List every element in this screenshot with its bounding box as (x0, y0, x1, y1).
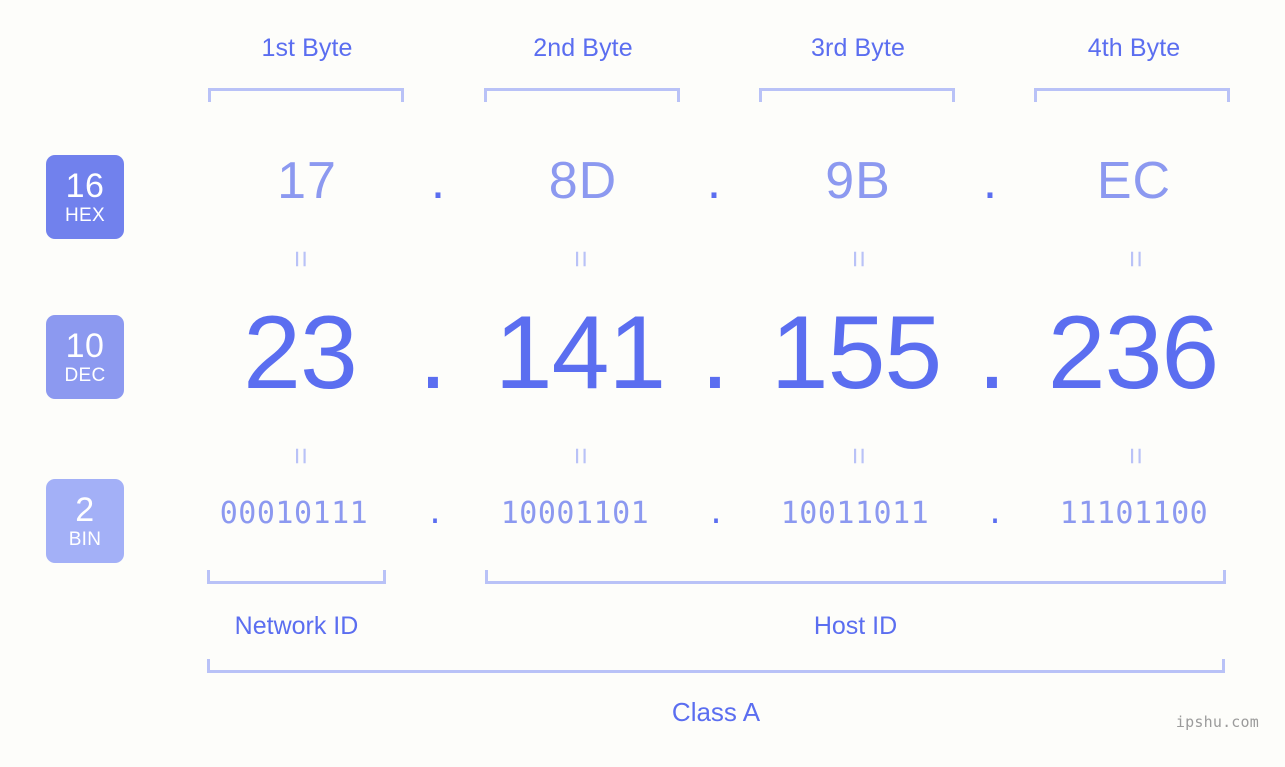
equals-mark-dec-bin-1: = (284, 447, 317, 463)
site-watermark: ipshu.com (1175, 713, 1259, 731)
byte-header-1: 1st Byte (261, 34, 353, 62)
base-badge-hex-number: 16 (65, 167, 105, 205)
byte-header-3: 3rd Byte (811, 34, 905, 62)
bin-separator-3: . (985, 496, 1005, 531)
host-id-bracket (485, 570, 1226, 584)
byte-header-4: 4th Byte (1087, 34, 1181, 62)
byte-bracket-2 (484, 88, 680, 102)
dec-byte-3: 155 (770, 295, 943, 411)
base-badge-dec-label: DEC (64, 365, 106, 386)
dec-byte-4: 236 (1047, 295, 1220, 411)
byte-header-2: 2nd Byte (533, 34, 633, 62)
hex-byte-1: 17 (277, 152, 337, 210)
base-badge-bin-label: BIN (68, 529, 102, 550)
bin-separator-1: . (425, 496, 445, 531)
class-label: Class A (671, 697, 761, 727)
bin-separator-2: . (706, 496, 726, 531)
base-badge-dec-number: 10 (65, 327, 105, 365)
bin-byte-2: 10001101 (500, 496, 650, 531)
bin-byte-1: 00010111 (219, 496, 369, 531)
hex-separator-1: . (430, 152, 446, 210)
bin-byte-4: 11101100 (1059, 496, 1209, 531)
dec-byte-1: 23 (243, 295, 358, 411)
equals-mark-dec-bin-3: = (842, 447, 875, 463)
base-badge-hex: 16 HEX (46, 155, 124, 239)
base-badge-dec: 10 DEC (46, 315, 124, 399)
equals-mark-hex-dec-3: = (842, 250, 875, 266)
hex-separator-2: . (706, 152, 722, 210)
hex-byte-3: 9B (825, 152, 891, 210)
byte-bracket-3 (759, 88, 955, 102)
dec-separator-1: . (418, 295, 448, 411)
dec-separator-2: . (700, 295, 730, 411)
hex-byte-4: EC (1096, 152, 1172, 210)
bin-byte-3: 10011011 (780, 496, 930, 531)
base-badge-bin-number: 2 (75, 491, 95, 529)
network-id-bracket (207, 570, 386, 584)
base-badge-hex-label: HEX (65, 205, 105, 226)
dec-separator-3: . (977, 295, 1007, 411)
equals-mark-hex-dec-4: = (1119, 250, 1152, 266)
network-id-label: Network ID (234, 612, 359, 640)
equals-mark-dec-bin-2: = (564, 447, 597, 463)
hex-byte-2: 8D (548, 152, 618, 210)
dec-byte-2: 141 (494, 295, 667, 411)
hex-separator-3: . (982, 152, 998, 210)
equals-mark-dec-bin-4: = (1119, 447, 1152, 463)
class-bracket (207, 659, 1225, 673)
ip-address-breakdown-diagram: 1st Byte 2nd Byte 3rd Byte 4th Byte 16 H… (0, 0, 1285, 767)
base-badge-bin: 2 BIN (46, 479, 124, 563)
byte-bracket-4 (1034, 88, 1230, 102)
byte-bracket-1 (208, 88, 404, 102)
equals-mark-hex-dec-1: = (284, 250, 317, 266)
equals-mark-hex-dec-2: = (564, 250, 597, 266)
host-id-label: Host ID (813, 612, 898, 640)
